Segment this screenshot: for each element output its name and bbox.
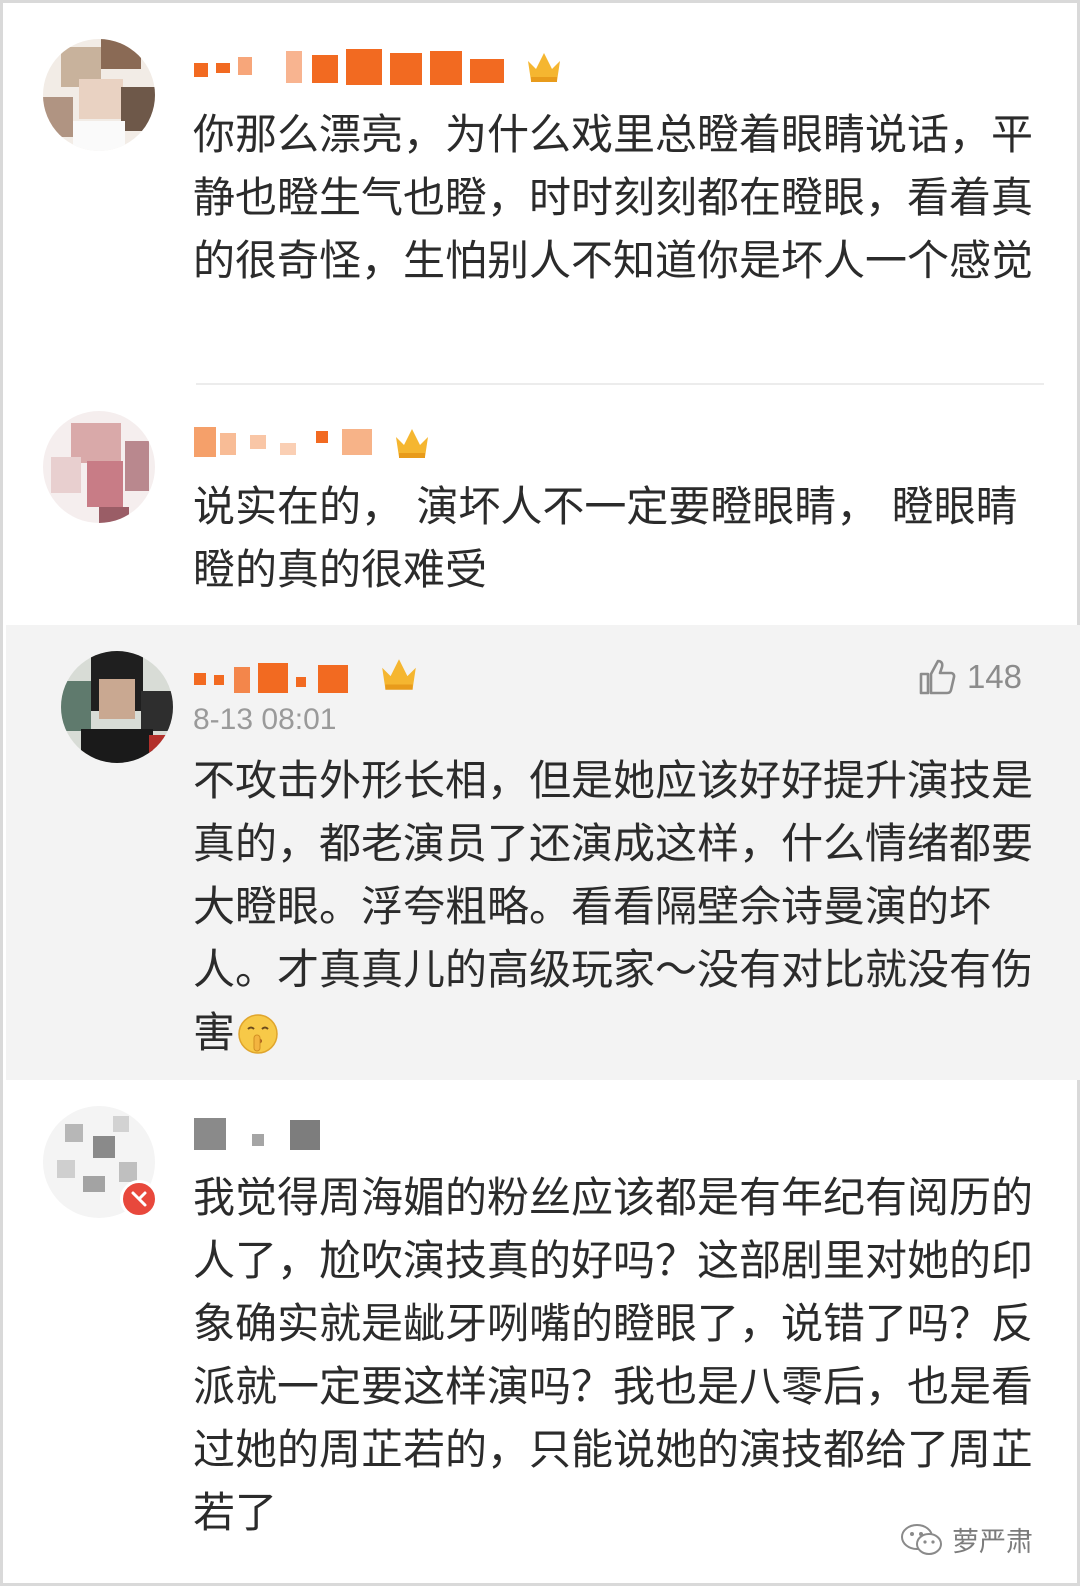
username-blurred[interactable] bbox=[194, 49, 524, 89]
username-blurred[interactable] bbox=[194, 657, 384, 697]
crown-badge-icon bbox=[524, 47, 564, 87]
watermark-label: 萝严肃 bbox=[952, 1527, 1033, 1558]
like-count: 148 bbox=[966, 658, 1022, 695]
avatar[interactable] bbox=[61, 651, 173, 763]
screenshot-frame: 你那么漂亮，为什么戏里总瞪着眼睛说话，平静也瞪生气也瞪，时时刻刻都在瞪眼，看着真… bbox=[0, 0, 1080, 1586]
username-blurred[interactable] bbox=[194, 421, 394, 461]
comment-4: 我觉得周海媚的粉丝应该都是有年纪有阅历的人了，尬吹演技真的好吗？这部剧里对她的印… bbox=[6, 1080, 1080, 1586]
username-blurred[interactable] bbox=[194, 1114, 334, 1154]
avatar[interactable] bbox=[43, 39, 155, 151]
comment-text: 你那么漂亮，为什么戏里总瞪着眼睛说话，平静也瞪生气也瞪，时时刻刻都在瞪眼，看着真… bbox=[193, 110, 1034, 285]
timestamp: 8-13 08:01 bbox=[193, 703, 337, 736]
shush-emoji-icon bbox=[238, 1014, 278, 1054]
comment-text: 说实在的， 演坏人不一定要瞪眼睛， 瞪眼睛瞪的真的很难受 bbox=[193, 482, 1018, 594]
wechat-icon bbox=[901, 1523, 942, 1555]
crown-badge-icon bbox=[378, 653, 418, 693]
avatar[interactable] bbox=[43, 411, 155, 523]
comment-text: 不攻击外形长相，但是她应该好好提升演技是真的，都老演员了还演成这样，什么情绪都要… bbox=[193, 756, 1034, 1057]
watermark: 萝严肃 bbox=[900, 1520, 1033, 1559]
comment-3: 148 8-13 08:01 不攻击外形长相，但是她应该好好提升演技是真的，都老… bbox=[6, 625, 1080, 1080]
comment-text: 我觉得周海媚的粉丝应该都是有年纪有阅历的人了，尬吹演技真的好吗？这部剧里对她的印… bbox=[193, 1173, 1034, 1537]
like-button[interactable]: 148 bbox=[917, 657, 1022, 697]
crown-badge-icon bbox=[392, 423, 432, 463]
comment-1: 你那么漂亮，为什么戏里总瞪着眼睛说话，平静也瞪生气也瞪，时时刻刻都在瞪眼，看着真… bbox=[6, 3, 1080, 385]
thumbs-up-icon bbox=[919, 659, 956, 695]
vip-badge-icon bbox=[120, 1180, 158, 1218]
comment-2: 说实在的， 演坏人不一定要瞪眼睛， 瞪眼睛瞪的真的很难受 bbox=[6, 385, 1080, 625]
